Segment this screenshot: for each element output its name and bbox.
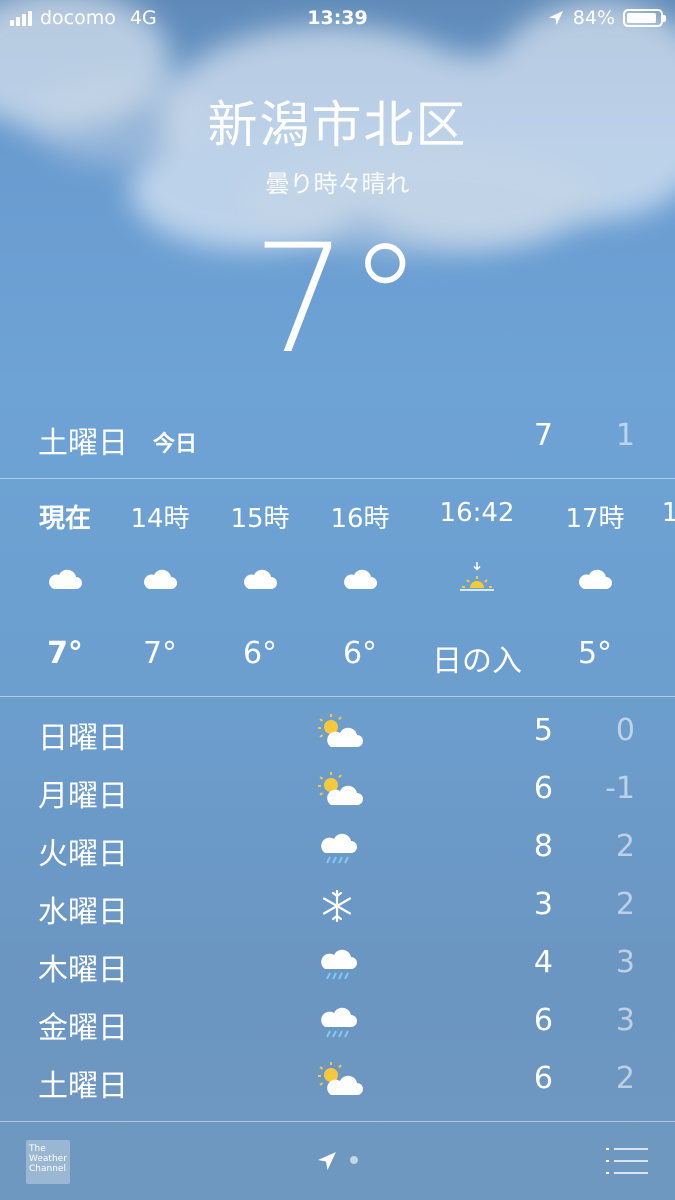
partly-cloudy-icon [318,772,363,805]
hour-temp: 5° [577,636,613,671]
daily-row: 火曜日 8 2 [0,819,675,877]
daily-day: 火曜日 [38,837,128,872]
daily-day: 日曜日 [38,721,128,756]
hour-time: 現在 [38,504,91,534]
partly-cloudy-icon [318,1062,363,1095]
page-indicator-dot[interactable] [350,1156,358,1164]
daily-high: 6 [533,1061,553,1096]
hour-time: 1 [661,498,675,528]
daily-day: 土曜日 [38,1069,128,1104]
rain-icon [321,949,357,980]
snowflake-icon [322,889,352,923]
daily-low: 2 [615,829,635,864]
daily-high: 8 [533,829,553,864]
location-header: 新潟市北区 曇り時々晴れ [0,90,675,199]
cloud-icon [49,569,82,589]
cloud-icon [244,569,277,589]
hour-time: 14時 [130,504,190,534]
battery-percent: 84% [572,7,615,29]
daily-row: 木曜日 4 3 [0,935,675,993]
status-bar: docomo 4G 13:39 84% [0,0,675,38]
hour-time: 15時 [230,504,290,534]
hour-temp: 7° [142,636,178,671]
daily-high: 6 [533,771,553,806]
current-temperature: 7° [252,213,423,387]
daily-high: 5 [533,713,553,748]
today-badge: 今日 [153,432,198,457]
daily-day: 水曜日 [38,895,128,930]
battery-icon [623,9,666,27]
daily-row: 水曜日 3 2 [0,877,675,935]
daily-high: 3 [533,887,553,922]
today-high: 7 [533,418,553,453]
daily-high: 6 [533,1003,553,1038]
daily-row: 月曜日 6 -1 [0,761,675,819]
daily-low: 2 [615,1061,635,1096]
list-icon[interactable] [606,1146,648,1176]
daily-low: 0 [615,713,635,748]
hour-time: 16:42 [439,498,515,528]
hourly-forecast[interactable]: 現在 7° 14時 7° 15時 6° 16時 6° 16:42 日の入 17時… [0,480,675,695]
location-arrow-icon [548,11,563,25]
daily-day: 金曜日 [38,1011,128,1046]
rain-icon [321,1007,357,1038]
cloud-icon [579,569,612,589]
partly-cloudy-icon [318,714,363,747]
bottom-toolbar: The Weather Channel [0,1122,675,1200]
hour-time: 16時 [330,504,390,534]
hour-temp: 6° [242,636,278,671]
cloud-icon [144,569,177,589]
location-arrow-icon[interactable] [316,1150,338,1172]
divider [0,478,675,479]
daily-low: 3 [615,1003,635,1038]
daily-day: 木曜日 [38,953,128,988]
daily-low: -1 [605,771,635,806]
city-name: 新潟市北区 [207,96,468,154]
weather-condition: 曇り時々晴れ [265,170,410,198]
daily-high: 4 [533,945,553,980]
daily-day: 月曜日 [38,779,128,814]
divider [0,696,675,697]
daily-low: 2 [615,887,635,922]
cloud-icon [344,569,377,589]
today-low: 1 [615,418,635,453]
daily-low: 3 [615,945,635,980]
today-summary: 土曜日 今日 7 1 [0,410,675,470]
hour-temp: 7° [47,636,83,671]
daily-row: 金曜日 6 3 [0,993,675,1051]
rain-icon [321,833,357,864]
today-day: 土曜日 [38,426,128,461]
daily-row: 土曜日 6 2 [0,1051,675,1109]
hour-temp: 6° [342,636,378,671]
sunset-icon [460,562,494,591]
daily-row: 日曜日 5 0 [0,703,675,761]
weather-channel-logo[interactable]: The Weather Channel [26,1140,70,1184]
hour-temp: 日の入 [432,644,522,679]
